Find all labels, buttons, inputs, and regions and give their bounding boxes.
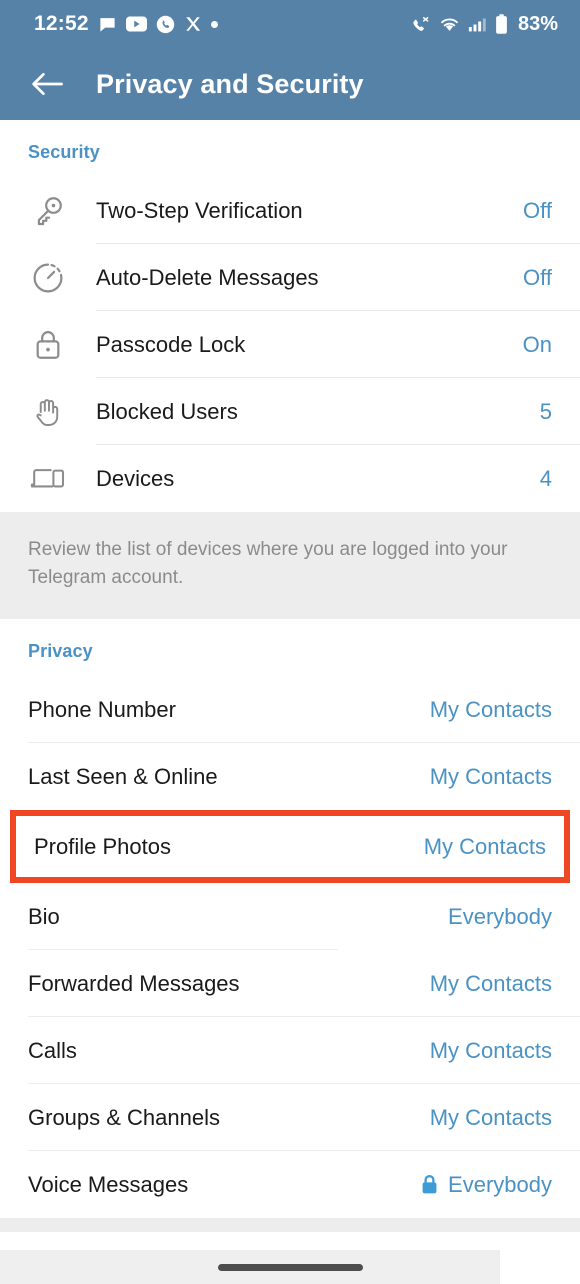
battery-icon [496,13,507,34]
premium-lock-icon [422,1175,437,1194]
overflow-dot-icon [210,20,218,28]
gesture-bar-edge-patch [500,1250,580,1284]
settings-row-label: Voice Messages [28,1171,189,1197]
settings-row-passcode-lock[interactable]: Passcode Lock On [0,311,580,378]
settings-row-label: Last Seen & Online [28,763,218,789]
settings-row-last-seen-online[interactable]: Last Seen & Online My Contacts [0,743,580,811]
settings-row-forwarded-messages[interactable]: Forwarded Messages My Contacts [0,950,580,1018]
settings-row-groups-channels[interactable]: Groups & Channels My Contacts [0,1084,580,1152]
status-bar: 12:52 83% [0,0,580,48]
gesture-pill-handle[interactable] [217,1263,363,1271]
settings-row-label: Bio [28,903,60,929]
chat-bubble-icon [100,17,115,32]
settings-row-label: Groups & Channels [28,1104,220,1130]
phone-screen: 12:52 83% Privacy and Security Security … [0,0,580,1284]
settings-row-value: My Contacts [429,1104,552,1130]
settings-row-value: My Contacts [429,696,552,722]
settings-row-two-step-verification[interactable]: Two-Step Verification Off [0,177,580,244]
settings-row-value: My Contacts [423,833,546,859]
status-bar-clock: 12:52 [34,12,89,35]
settings-row-label: Calls [28,1037,77,1063]
missed-call-icon [413,16,429,31]
privacy-section-header: Privacy [28,641,93,662]
phone-circle-icon [156,15,174,33]
settings-row-label: Phone Number [28,696,176,722]
key-icon [22,194,74,228]
battery-percent-label: 83% [517,12,558,35]
settings-row-phone-number[interactable]: Phone Number My Contacts [0,676,580,744]
settings-row-label: Passcode Lock [96,331,246,357]
settings-row-value: 4 [539,465,552,491]
settings-row-value: My Contacts [429,1037,552,1063]
settings-row-value: Off [523,197,552,223]
status-bar-left: 12:52 [34,12,218,36]
settings-row-devices[interactable]: Devices 4 [0,445,580,512]
settings-row-profile-photos[interactable]: Profile Photos My Contacts [10,810,570,884]
devices-info-text: Review the list of devices where you are… [28,539,508,588]
settings-row-value: Everybody [448,903,552,929]
timer-icon [22,261,74,295]
privacy-section: Privacy Phone Number My Contacts Last Se… [0,619,580,1219]
settings-row-auto-delete-messages[interactable]: Auto-Delete Messages Off [0,244,580,311]
app-bar: Privacy and Security [0,48,580,120]
settings-row-label: Forwarded Messages [28,970,240,996]
system-gesture-bar[interactable] [0,1250,580,1284]
settings-row-value: Everybody [448,1171,552,1197]
devices-info-panel: Review the list of devices where you are… [0,512,580,620]
settings-row-value: My Contacts [429,970,552,996]
settings-row-label: Devices [96,465,175,491]
settings-row-bio[interactable]: Bio Everybody [0,883,580,951]
page-title: Privacy and Security [96,68,364,99]
devices-icon [22,464,74,494]
settings-row-voice-messages[interactable]: Voice Messages Everybody [0,1151,580,1219]
cellular-signal-icon [468,17,486,31]
settings-row-value: 5 [539,398,552,424]
settings-row-value: My Contacts [429,763,552,789]
settings-row-label: Profile Photos [34,833,171,859]
section-separator [0,1218,580,1233]
wifi-icon [441,18,458,31]
back-arrow-icon [32,72,63,96]
security-section: Security Two-Step Verification Off Auto-… [0,120,580,512]
status-bar-right: 83% [410,13,558,36]
hand-icon [22,395,74,429]
settings-row-label: Two-Step Verification [96,197,303,223]
settings-row-value: On [522,331,552,357]
settings-row-label: Auto-Delete Messages [96,264,319,290]
settings-row-blocked-users[interactable]: Blocked Users 5 [0,378,580,445]
settings-row-label: Blocked Users [96,398,238,424]
security-section-header: Security [28,142,100,162]
back-button[interactable] [24,61,70,107]
settings-row-value-wrap: Everybody [420,1172,552,1198]
lock-icon [22,328,74,362]
x-twitter-icon [185,17,200,31]
youtube-icon [125,16,147,32]
settings-row-calls[interactable]: Calls My Contacts [0,1017,580,1085]
settings-row-value: Off [523,264,552,290]
